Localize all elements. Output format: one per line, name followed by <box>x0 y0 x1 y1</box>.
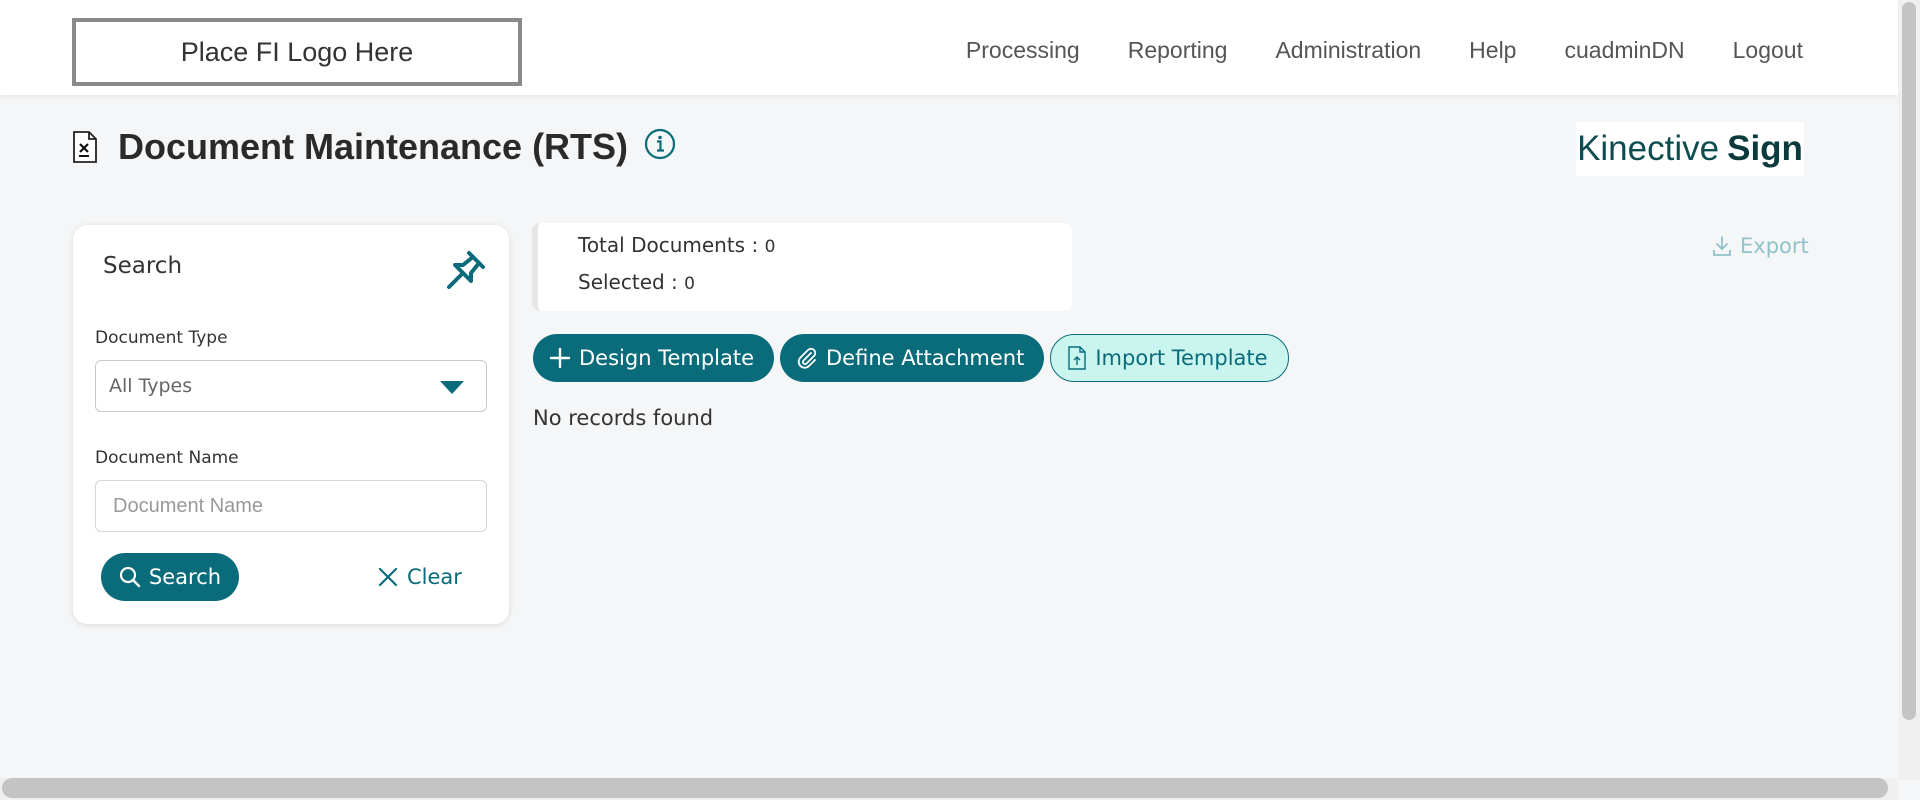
download-icon <box>1713 236 1731 256</box>
import-template-label: Import Template <box>1095 346 1268 370</box>
nav-logout[interactable]: Logout <box>1733 37 1803 64</box>
document-icon <box>73 131 97 163</box>
nav-administration[interactable]: Administration <box>1275 37 1421 64</box>
page-title: Document Maintenance (RTS) <box>118 126 629 167</box>
total-documents: Total Documents : 0 <box>578 233 775 257</box>
document-type-select[interactable]: All Types <box>95 360 487 412</box>
selected-documents-value: 0 <box>684 274 695 294</box>
nav-reporting[interactable]: Reporting <box>1128 37 1228 64</box>
total-documents-value: 0 <box>764 237 776 257</box>
search-button-label: Search <box>148 565 222 589</box>
nav-user[interactable]: cuadminDN <box>1564 37 1684 64</box>
document-summary: Total Documents : 0 Selected : 0 <box>532 223 1072 311</box>
brand-bold: Sign <box>1727 129 1803 168</box>
selected-documents-label: Selected : <box>578 270 678 294</box>
vertical-scrollbar-thumb[interactable] <box>1902 2 1916 720</box>
design-template-button[interactable]: Design Template <box>533 334 775 382</box>
export-button[interactable]: Export <box>1712 234 1809 258</box>
horizontal-scrollbar[interactable] <box>0 778 1898 800</box>
search-panel: Search Document Type All Types Document … <box>73 225 509 624</box>
clear-button-label: Clear <box>407 565 462 589</box>
vertical-scrollbar[interactable] <box>1898 0 1920 780</box>
search-panel-title: Search <box>103 253 183 279</box>
total-documents-label: Total Documents : <box>578 233 759 257</box>
close-icon <box>378 567 398 587</box>
define-attachment-label: Define Attachment <box>826 346 1025 370</box>
pin-icon[interactable] <box>443 249 487 293</box>
document-type-label: Document Type <box>95 328 228 348</box>
design-template-label: Design Template <box>579 346 755 370</box>
kinective-sign-logo: Kinective Sign <box>1576 122 1804 176</box>
fi-logo-placeholder[interactable]: Place FI Logo Here <box>72 18 522 86</box>
define-attachment-button[interactable]: Define Attachment <box>780 334 1045 382</box>
document-type-value: All Types <box>109 375 193 397</box>
nav-help[interactable]: Help <box>1469 37 1516 64</box>
clear-button[interactable]: Clear <box>377 553 462 601</box>
horizontal-scrollbar-thumb[interactable] <box>2 778 1888 798</box>
search-icon <box>119 566 141 588</box>
document-name-input[interactable] <box>95 480 487 532</box>
plus-icon <box>549 347 571 369</box>
top-header: Place FI Logo Here Processing Reporting … <box>0 0 1898 95</box>
selected-documents: Selected : 0 <box>578 270 695 294</box>
action-buttons: Design Template Define Attachment Import… <box>533 334 1289 382</box>
nav-processing[interactable]: Processing <box>966 37 1080 64</box>
chevron-down-icon <box>440 381 464 394</box>
brand-light: Kinective <box>1577 129 1720 168</box>
no-records-message: No records found <box>533 406 714 430</box>
import-template-button[interactable]: Import Template <box>1050 334 1289 382</box>
main-nav: Processing Reporting Administration Help… <box>966 0 1803 100</box>
paperclip-icon <box>797 347 817 369</box>
export-label: Export <box>1740 234 1809 258</box>
document-name-label: Document Name <box>95 448 239 468</box>
logo-text: Place FI Logo Here <box>180 36 414 67</box>
page-title-row: Document Maintenance (RTS) <box>72 126 676 168</box>
file-upload-icon <box>1068 346 1087 370</box>
info-icon[interactable] <box>644 128 676 160</box>
search-button[interactable]: Search <box>101 553 239 601</box>
